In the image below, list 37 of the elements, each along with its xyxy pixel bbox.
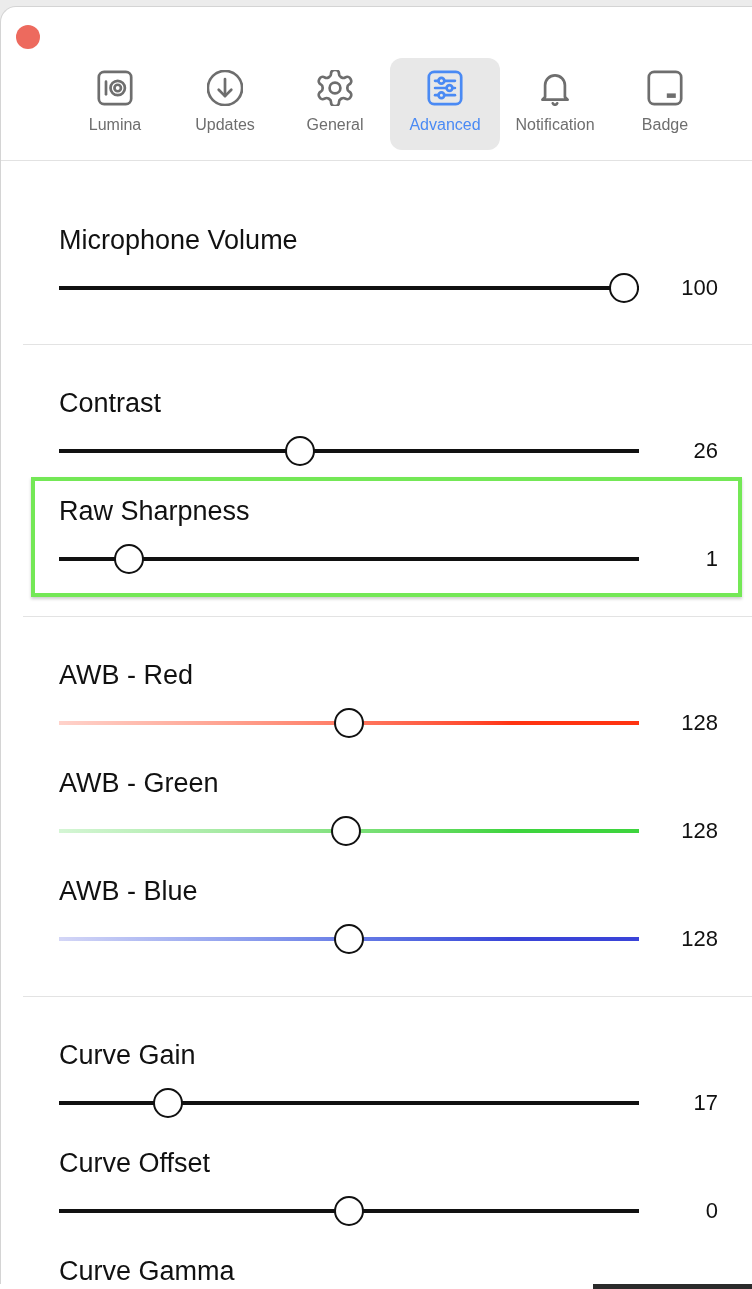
slider-label: Contrast	[59, 390, 163, 416]
download-icon	[207, 70, 243, 106]
slider-label: Curve Gamma	[59, 1258, 236, 1284]
slider-label: Raw Sharpness	[59, 498, 251, 524]
lens-icon	[97, 70, 133, 106]
tab[interactable]: Updates	[170, 58, 280, 150]
slider-label: AWB - Red	[59, 662, 195, 688]
tab[interactable]: Badge	[610, 58, 720, 150]
tab[interactable]: Advanced	[390, 58, 500, 150]
slider-label: AWB - Green	[59, 770, 220, 796]
slider-label: Curve Gain	[59, 1042, 197, 1068]
slider-value: 128	[681, 710, 718, 736]
slider-label: AWB - Blue	[59, 878, 199, 904]
slider-thumb[interactable]	[609, 273, 639, 303]
slider-label: Microphone Volume	[59, 227, 299, 253]
badge-icon	[647, 70, 683, 106]
slider-thumb[interactable]	[152, 1088, 183, 1118]
slider-value: 128	[681, 818, 718, 844]
tab[interactable]: Lumina	[60, 58, 170, 150]
close-button[interactable]	[16, 25, 40, 49]
settings-icon	[317, 70, 353, 106]
slider-thumb[interactable]	[284, 436, 315, 466]
slider-thumb[interactable]	[331, 816, 362, 846]
tab[interactable]: General	[280, 58, 390, 150]
slider-thumb[interactable]	[334, 708, 364, 738]
slider-value: 17	[693, 1090, 718, 1116]
slider-value: 26	[693, 438, 718, 464]
sliders-icon	[427, 70, 463, 106]
slider-thumb[interactable]	[334, 1196, 364, 1226]
tab[interactable]: Notification	[500, 58, 610, 150]
slider-value: 1	[705, 546, 718, 572]
slider-thumb[interactable]	[334, 924, 364, 954]
slider-value: 100	[681, 275, 718, 301]
slider-label: Curve Offset	[59, 1150, 212, 1176]
slider-thumb[interactable]	[114, 544, 144, 574]
slider-value: 128	[681, 926, 718, 952]
slider-value: 0	[705, 1198, 718, 1224]
